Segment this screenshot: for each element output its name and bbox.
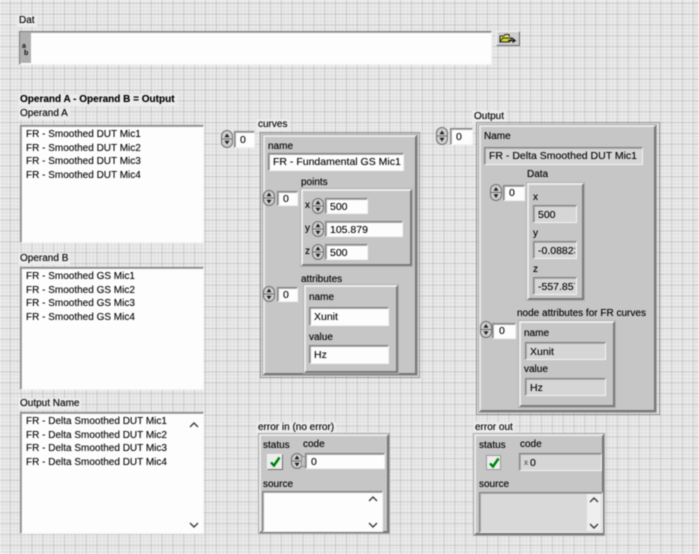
svg-text:a: a [22, 43, 26, 50]
svg-text:b: b [24, 50, 28, 56]
